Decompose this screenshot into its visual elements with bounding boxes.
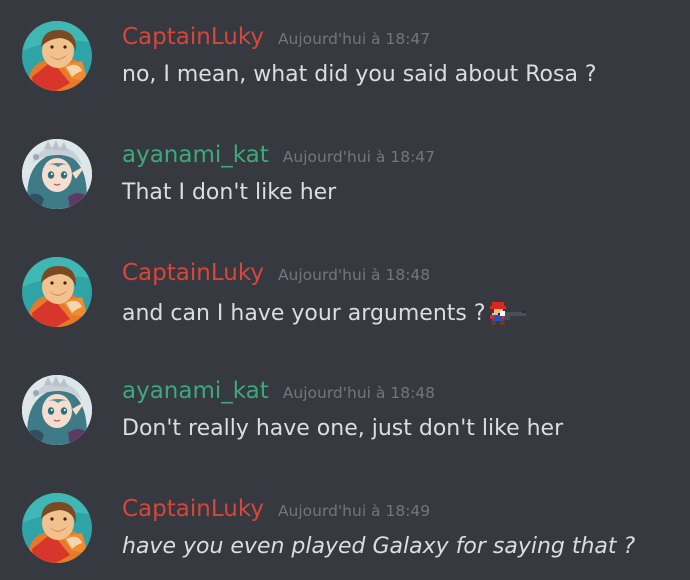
username[interactable]: ayanami_kat (122, 378, 269, 404)
message: CaptainLuky Aujourd'hui à 18:48 and can I… (0, 236, 690, 354)
username[interactable]: CaptainLuky (122, 260, 264, 286)
mario-gun-emoji[interactable] (486, 296, 530, 330)
message-text: and can I have your arguments ? (122, 301, 486, 326)
username[interactable]: ayanami_kat (122, 142, 269, 168)
message-content: That I don't like her (122, 180, 337, 205)
timestamp[interactable]: Aujourd'hui à 18:48 (278, 266, 430, 284)
message-header: ayanami_kat Aujourd'hui à 18:47 (122, 140, 435, 170)
timestamp[interactable]: Aujourd'hui à 18:49 (278, 502, 430, 520)
message: ayanami_kat Aujourd'hui à 18:47 That I do… (0, 118, 690, 236)
message-content: have you even played Galaxy for saying t… (122, 534, 636, 559)
captainluky-avatar[interactable] (22, 21, 92, 91)
message-header: ayanami_kat Aujourd'hui à 18:48 (122, 376, 435, 406)
message-header: CaptainLuky Aujourd'hui à 18:48 (122, 258, 430, 288)
message-header: CaptainLuky Aujourd'hui à 18:47 (122, 22, 430, 52)
timestamp[interactable]: Aujourd'hui à 18:48 (283, 384, 435, 402)
timestamp[interactable]: Aujourd'hui à 18:47 (278, 30, 430, 48)
message: CaptainLuky Aujourd'hui à 18:49 have you … (0, 472, 690, 580)
username[interactable]: CaptainLuky (122, 496, 264, 522)
ayanami-kat-avatar[interactable] (22, 139, 92, 209)
timestamp[interactable]: Aujourd'hui à 18:47 (283, 148, 435, 166)
captainluky-avatar[interactable] (22, 493, 92, 563)
username[interactable]: CaptainLuky (122, 24, 264, 50)
captainluky-avatar[interactable] (22, 257, 92, 327)
message: ayanami_kat Aujourd'hui à 18:48 Don't rea… (0, 354, 690, 472)
ayanami-kat-avatar[interactable] (22, 375, 92, 445)
chat-message-list: CaptainLuky Aujourd'hui à 18:47 no, I mea… (0, 0, 690, 580)
message-header: CaptainLuky Aujourd'hui à 18:49 (122, 494, 430, 524)
message-content: and can I have your arguments ? (122, 296, 530, 330)
message-content: Don't really have one, just don't like h… (122, 416, 564, 441)
message: CaptainLuky Aujourd'hui à 18:47 no, I mea… (0, 0, 690, 118)
message-content: no, I mean, what did you said about Rosa… (122, 62, 597, 87)
